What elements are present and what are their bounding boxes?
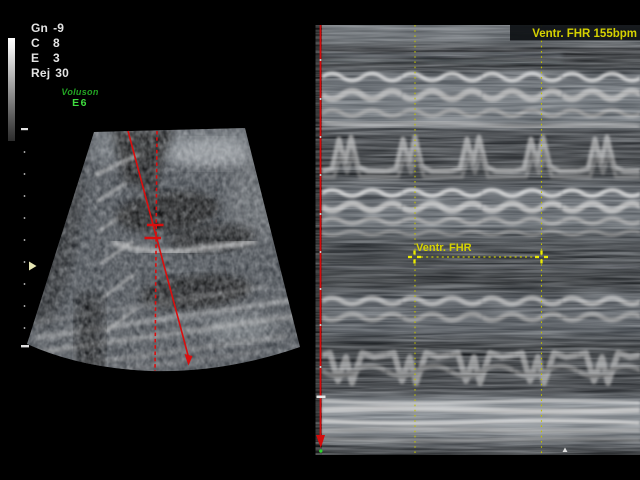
param-row-rejection: Rej 30	[31, 66, 69, 81]
focus-arrow-icon[interactable]	[29, 262, 37, 271]
param-label: Gn	[31, 21, 48, 36]
depth-scale	[21, 128, 29, 347]
param-label: C	[31, 36, 48, 51]
param-row-enhance: E 3	[31, 51, 69, 66]
mmode-panel: Ventr. FHR 155bpm Ventr. FHR	[298, 25, 640, 455]
ultrasound-screen: Gn -9 C 8 E 3 Rej 30 Voluson E6	[0, 0, 640, 480]
param-label: E	[31, 51, 48, 66]
logo-model: E6	[56, 97, 104, 109]
voluson-logo: Voluson E6	[56, 87, 104, 109]
mmode-trace	[322, 25, 640, 455]
imaging-params: Gn -9 C 8 E 3 Rej 30	[31, 21, 69, 81]
2d-image	[20, 124, 305, 378]
param-value: 30	[55, 66, 69, 81]
param-row-gain: Gn -9	[31, 21, 69, 36]
2d-image-panel	[0, 80, 310, 400]
param-value: 3	[53, 51, 60, 66]
depth-major-tick	[317, 396, 326, 399]
fhr-measurement-label: Ventr. FHR	[416, 242, 472, 254]
param-row-contrast: C 8	[31, 36, 69, 51]
param-value: 8	[53, 36, 60, 51]
depth-end-dot	[319, 449, 322, 452]
param-label: Rej	[31, 66, 50, 81]
logo-brand: Voluson	[56, 87, 104, 97]
param-value: -9	[53, 21, 64, 36]
fhr-result-label: Ventr. FHR 155bpm	[532, 28, 637, 40]
